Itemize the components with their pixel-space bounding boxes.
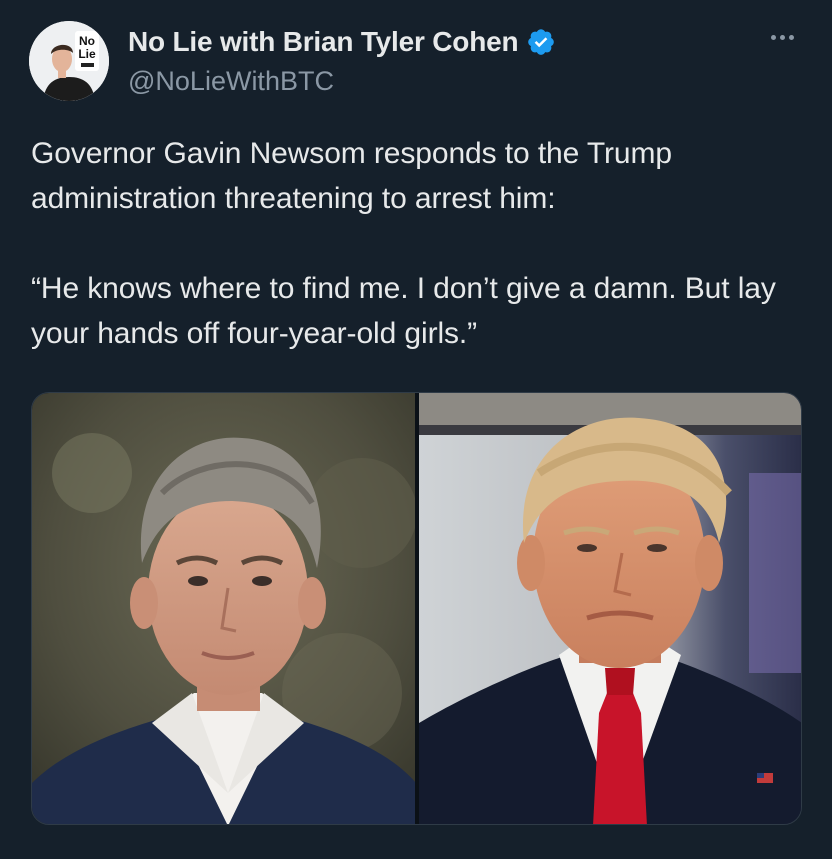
- tweet-text: Governor Gavin Newsom responds to the Tr…: [31, 137, 776, 350]
- display-name[interactable]: No Lie with Brian Tyler Cohen: [128, 26, 519, 58]
- svg-text:Lie: Lie: [78, 47, 96, 61]
- tweet-header: No Lie with Brian Tyler Cohen @NoLieWith…: [128, 24, 556, 97]
- portrait-photo: [32, 393, 415, 824]
- portrait-photo: [418, 393, 801, 824]
- avatar-image: No Lie: [29, 21, 109, 101]
- avatar[interactable]: No Lie: [29, 21, 109, 101]
- name-row: No Lie with Brian Tyler Cohen: [128, 24, 556, 60]
- svg-text:No: No: [79, 34, 95, 48]
- media-grid[interactable]: [31, 392, 802, 825]
- verified-badge-icon: [526, 27, 556, 57]
- tweet-card: No Lie No Lie with Brian Tyler Cohen @No…: [0, 0, 832, 859]
- photo-left[interactable]: [32, 393, 415, 824]
- handle[interactable]: @NoLieWithBTC: [128, 66, 556, 97]
- photo-right[interactable]: [418, 393, 801, 824]
- more-options-icon[interactable]: [762, 22, 802, 52]
